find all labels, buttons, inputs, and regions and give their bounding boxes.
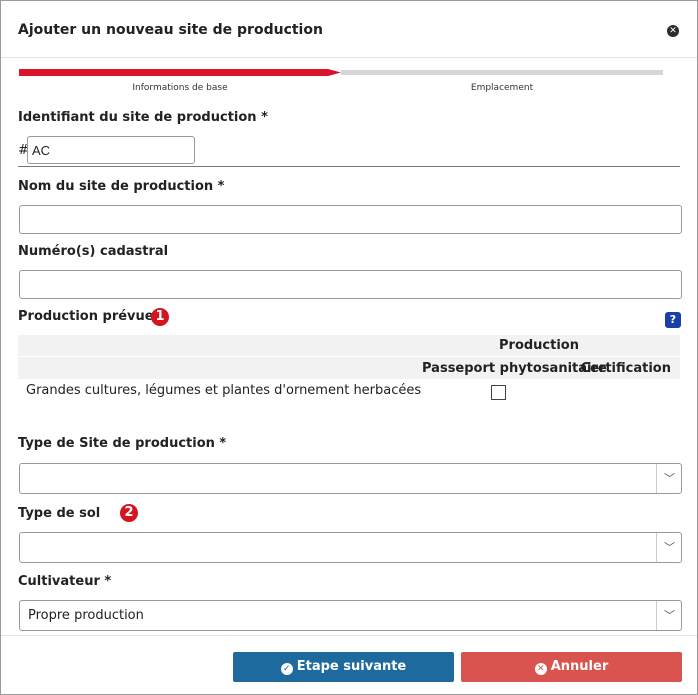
next-step-button[interactable]: ✓ Etape suivante [233,652,454,682]
certification-column-header: Certification [580,361,671,376]
step-progress-inactive [341,70,663,75]
annotation-badge-2: 2 [120,504,138,522]
modal-header: Ajouter un nouveau site de production ✕ [1,1,697,58]
chevron-down-icon[interactable]: ﹀ [656,601,681,630]
step-location[interactable]: Emplacement [341,83,663,93]
wizard-stepper: Informations de base Emplacement [19,69,663,93]
close-circle-icon[interactable]: ✕ [667,25,679,37]
annotation-badge-1: 1 [151,308,169,326]
site-type-select[interactable]: ﹀ [19,463,682,494]
planned-production-label: Production prévue * [18,309,165,324]
site-id-input[interactable] [27,136,195,164]
cancel-label: Annuler [550,659,609,674]
next-step-label: Etape suivante [296,659,407,674]
site-type-label: Type de Site de production * [18,436,227,451]
soil-type-label: Type de sol [18,506,101,521]
site-name-label: Nom du site de production * [18,179,225,194]
modal-footer: ✓ Etape suivante ✕ Annuler [1,635,697,694]
grower-label: Cultivateur * [18,574,112,589]
soil-type-select[interactable]: ﹀ [19,532,682,563]
grower-select[interactable]: Propre production ﹀ [19,600,682,631]
cadastral-label: Numéro(s) cadastral [18,244,169,259]
chevron-down-icon[interactable]: ﹀ [656,464,681,493]
passeport-column-header: Passeport phytosanitaire [422,361,607,376]
site-id-label: Identifiant du site de production * [18,110,268,125]
site-name-input[interactable] [19,205,682,234]
add-production-site-modal: Ajouter un nouveau site de production ✕ … [0,0,698,695]
cadastral-input[interactable] [19,270,682,299]
chevron-down-icon[interactable]: ﹀ [656,533,681,562]
grower-value: Propre production [28,608,144,623]
cancel-button[interactable]: ✕ Annuler [461,652,682,682]
production-table-column-headers: Passeport phytosanitaire Certification [18,357,680,379]
close-circle-icon: ✕ [534,663,547,675]
step-basic-info[interactable]: Informations de base [19,83,341,93]
check-circle-icon: ✓ [280,663,293,675]
production-table-group-header: Production [18,335,680,356]
table-row-label: Grandes cultures, légumes et plantes d'o… [26,383,422,398]
passeport-checkbox[interactable] [491,385,506,400]
question-icon[interactable]: ? [665,312,681,328]
divider [18,166,680,167]
modal-title: Ajouter un nouveau site de production [18,22,323,38]
production-group-header: Production [499,338,579,353]
step-progress-active [19,69,341,76]
